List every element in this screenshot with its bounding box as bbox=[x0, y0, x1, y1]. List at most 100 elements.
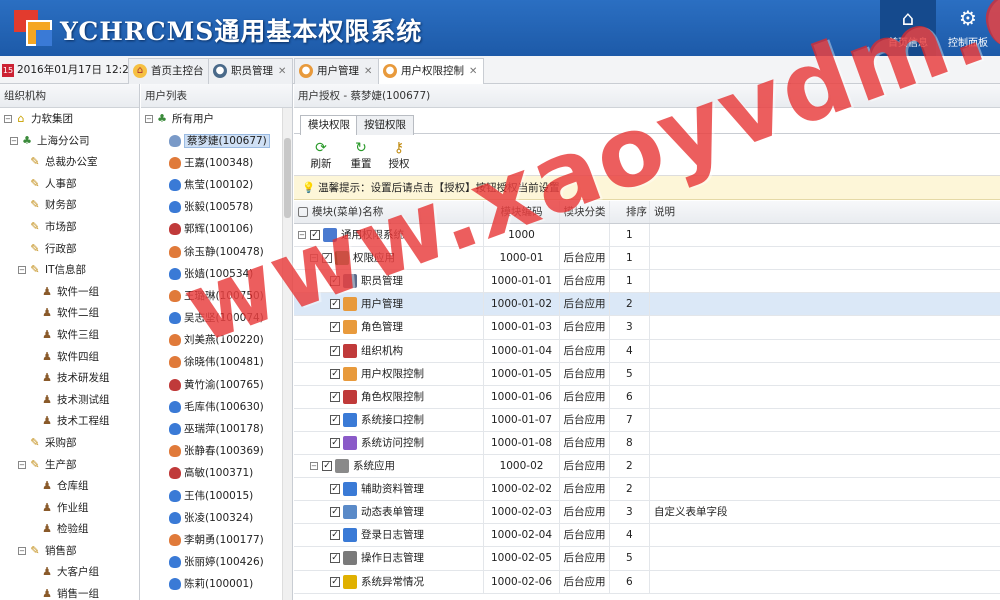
org-node[interactable]: − ♣ 上海分公司 bbox=[0, 130, 139, 152]
user-list-item[interactable]: 巫瑞萍(100178) bbox=[141, 418, 292, 440]
grid-row[interactable]: − ✓ 系统应用 1000-02 后台应用 2 bbox=[294, 455, 1000, 479]
user-list-item[interactable]: 张凌(100324) bbox=[141, 507, 292, 529]
org-node[interactable]: ♟ 技术工程组 bbox=[0, 410, 139, 432]
module-checkbox[interactable]: ✓ bbox=[330, 276, 340, 287]
grid-row[interactable]: ✓ 系统异常情况 1000-02-06 后台应用 6 bbox=[294, 570, 1000, 594]
authorize-button[interactable]: ⚷ 授权 bbox=[384, 140, 414, 171]
org-node[interactable]: ♟ 检验组 bbox=[0, 518, 139, 540]
org-node[interactable]: ♟ 软件二组 bbox=[0, 302, 139, 324]
module-checkbox[interactable]: ✓ bbox=[330, 553, 340, 564]
user-list-scrollbar[interactable] bbox=[282, 108, 292, 600]
control-panel-button[interactable]: ⚙ 控制面板 bbox=[940, 0, 996, 56]
grid-row[interactable]: − ✓ 通用权限系统 1000 1 bbox=[294, 224, 1000, 248]
collapse-icon[interactable]: − bbox=[18, 546, 26, 555]
grid-row[interactable]: ✓ 职员管理 1000-01-01 后台应用 1 bbox=[294, 270, 1000, 294]
user-list-item[interactable]: 王嘉(100348) bbox=[141, 152, 292, 174]
module-checkbox[interactable]: ✓ bbox=[330, 414, 340, 425]
grid-row[interactable]: ✓ 组织机构 1000-01-04 后台应用 4 bbox=[294, 339, 1000, 363]
org-node[interactable]: ♟ 软件四组 bbox=[0, 346, 139, 368]
user-list-item[interactable]: 郭辉(100106) bbox=[141, 218, 292, 240]
user-list-item[interactable]: 张嫱(100534) bbox=[141, 263, 292, 285]
module-checkbox[interactable]: ✓ bbox=[330, 576, 340, 587]
tab-home-console[interactable]: ⌂ 首页主控台 bbox=[128, 58, 211, 84]
tab-module-permission[interactable]: 模块权限 bbox=[300, 115, 358, 135]
refresh-button[interactable]: ⟳ 刷新 bbox=[306, 140, 336, 171]
module-checkbox[interactable]: ✓ bbox=[330, 391, 340, 402]
user-list-item[interactable]: 刘美燕(100220) bbox=[141, 329, 292, 351]
tab-user-management[interactable]: ● 用户管理 ✕ bbox=[294, 58, 380, 84]
org-node[interactable]: ✎ 市场部 bbox=[0, 216, 139, 238]
module-checkbox[interactable]: ✓ bbox=[322, 253, 332, 264]
user-list-item[interactable]: 王璐琳(100750) bbox=[141, 285, 292, 307]
scrollbar-thumb[interactable] bbox=[284, 138, 291, 218]
org-node[interactable]: ♟ 技术测试组 bbox=[0, 389, 139, 411]
grid-row[interactable]: ✓ 用户管理 1000-01-02 后台应用 2 bbox=[294, 293, 1000, 317]
org-node[interactable]: − ✎ 生产部 bbox=[0, 454, 139, 476]
module-checkbox[interactable]: ✓ bbox=[330, 322, 340, 333]
grid-row[interactable]: ✓ 系统访问控制 1000-01-08 后台应用 8 bbox=[294, 431, 1000, 456]
org-node[interactable]: ♟ 技术研发组 bbox=[0, 367, 139, 389]
collapse-icon[interactable]: − bbox=[310, 254, 318, 263]
org-node[interactable]: ✎ 财务部 bbox=[0, 194, 139, 216]
grid-row[interactable]: ✓ 动态表单管理 1000-02-03 后台应用 3 自定义表单字段 bbox=[294, 501, 1000, 525]
collapse-icon[interactable]: − bbox=[310, 462, 318, 471]
org-node[interactable]: ♟ 软件三组 bbox=[0, 324, 139, 346]
user-list-item[interactable]: 张丽婷(100426) bbox=[141, 551, 292, 573]
user-list-item[interactable]: 黄竹渝(100765) bbox=[141, 374, 292, 396]
module-checkbox[interactable]: ✓ bbox=[330, 345, 340, 356]
module-checkbox[interactable]: ✓ bbox=[330, 437, 340, 448]
org-node[interactable]: − ⌂ 力软集团 bbox=[0, 108, 139, 130]
org-node[interactable]: ✎ 人事部 bbox=[0, 173, 139, 195]
user-list-item[interactable]: 张静春(100369) bbox=[141, 440, 292, 462]
user-list-item[interactable]: 高敏(100371) bbox=[141, 462, 292, 484]
user-list-item[interactable]: 徐玉静(100478) bbox=[141, 241, 292, 263]
collapse-icon[interactable]: − bbox=[145, 115, 153, 123]
user-list-item[interactable]: 毛库伟(100630) bbox=[141, 396, 292, 418]
user-list-item[interactable]: 王伟(100015) bbox=[141, 485, 292, 507]
user-list-item[interactable]: 吴志坚(100074) bbox=[141, 307, 292, 329]
collapse-icon[interactable]: − bbox=[18, 460, 26, 469]
org-node[interactable]: ✎ 行政部 bbox=[0, 238, 139, 260]
org-node[interactable]: − ✎ 销售部 bbox=[0, 540, 139, 562]
grid-row[interactable]: ✓ 用户权限控制 1000-01-05 后台应用 5 bbox=[294, 362, 1000, 386]
org-node[interactable]: ✎ 总裁办公室 bbox=[0, 151, 139, 173]
collapse-icon[interactable]: − bbox=[10, 136, 18, 145]
org-node[interactable]: − ✎ IT信息部 bbox=[0, 259, 139, 281]
tab-staff-management[interactable]: ● 职员管理 ✕ bbox=[208, 58, 294, 84]
module-checkbox[interactable]: ✓ bbox=[330, 368, 340, 379]
module-checkbox[interactable]: ✓ bbox=[322, 461, 332, 472]
org-node[interactable]: ♟ 作业组 bbox=[0, 497, 139, 519]
tab-button-permission[interactable]: 按钮权限 bbox=[356, 115, 414, 135]
org-node[interactable]: ✎ 采购部 bbox=[0, 432, 139, 454]
org-node[interactable]: ♟ 大客户组 bbox=[0, 561, 139, 583]
user-list-item[interactable]: 吴珏妹(100683) bbox=[141, 596, 292, 600]
org-node[interactable]: ♟ 软件一组 bbox=[0, 281, 139, 303]
grid-row[interactable]: − ✓ 权限应用 1000-01 后台应用 1 bbox=[294, 247, 1000, 271]
user-list-item[interactable]: 徐晓伟(100481) bbox=[141, 351, 292, 373]
reset-button[interactable]: ↻ 重置 bbox=[346, 140, 376, 171]
collapse-icon[interactable]: − bbox=[4, 115, 12, 123]
close-icon[interactable]: ✕ bbox=[469, 66, 477, 77]
user-list-item[interactable]: 张毅(100578) bbox=[141, 196, 292, 218]
grid-row[interactable]: ✓ 辅助资料管理 1000-02-02 后台应用 2 bbox=[294, 478, 1000, 502]
user-list-item[interactable]: 陈莉(100001) bbox=[141, 573, 292, 595]
close-icon[interactable]: ✕ bbox=[278, 66, 286, 77]
user-list-item[interactable]: 焦莹(100102) bbox=[141, 174, 292, 196]
grid-row[interactable]: ✓ 角色权限控制 1000-01-06 后台应用 6 bbox=[294, 385, 1000, 409]
collapse-icon[interactable]: − bbox=[298, 231, 306, 240]
home-info-button[interactable]: ⌂ 首页信息 bbox=[880, 0, 936, 56]
collapse-icon[interactable]: − bbox=[18, 266, 26, 275]
module-checkbox[interactable]: ✓ bbox=[330, 299, 340, 310]
module-checkbox[interactable]: ✓ bbox=[330, 507, 340, 518]
grid-row[interactable]: ✓ 登录日志管理 1000-02-04 后台应用 4 bbox=[294, 524, 1000, 548]
module-checkbox[interactable]: ✓ bbox=[330, 530, 340, 541]
tab-user-permission-control[interactable]: ● 用户权限控制 ✕ bbox=[378, 58, 485, 85]
grid-row[interactable]: ✓ 角色管理 1000-01-03 后台应用 3 bbox=[294, 316, 1000, 340]
user-list-item[interactable]: 李朝勇(100177) bbox=[141, 529, 292, 551]
org-node[interactable]: ♟ 仓库组 bbox=[0, 475, 139, 497]
module-checkbox[interactable]: ✓ bbox=[310, 230, 320, 241]
grid-row[interactable]: ✓ 操作日志管理 1000-02-05 后台应用 5 bbox=[294, 547, 1000, 571]
user-list-item[interactable]: 蔡梦婕(100677) bbox=[141, 130, 292, 152]
grid-row[interactable]: ✓ 系统接口控制 1000-01-07 后台应用 7 bbox=[294, 408, 1000, 432]
module-checkbox[interactable]: ✓ bbox=[330, 484, 340, 495]
